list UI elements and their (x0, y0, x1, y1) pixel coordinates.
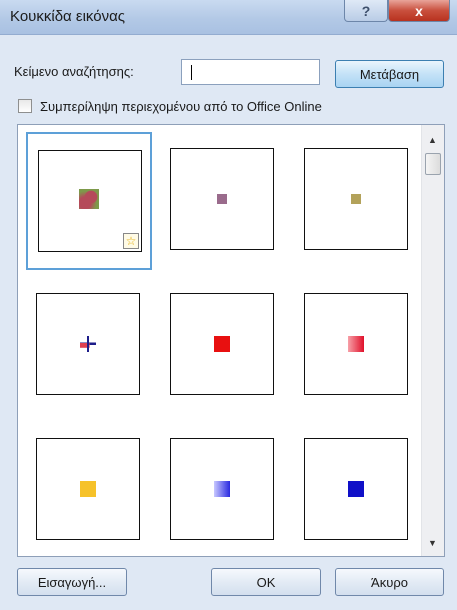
bullet-frame (36, 293, 140, 395)
bullet-frame: ☆ (38, 150, 142, 252)
bullet-floral-pink-icon (79, 189, 99, 209)
title-bar: Κουκκίδα εικόνας ? x (0, 0, 457, 35)
bullet-cell[interactable] (294, 277, 420, 415)
bullet-purple-small-icon (217, 194, 227, 204)
help-button[interactable]: ? (344, 0, 388, 22)
ok-button[interactable]: OK (211, 568, 321, 596)
bullet-frame (36, 438, 140, 540)
bullet-navy-square-icon (348, 481, 364, 497)
bullet-cell[interactable] (26, 277, 152, 415)
bullet-cell[interactable] (26, 422, 152, 556)
bullet-cell[interactable] (160, 422, 286, 556)
bullet-blue-gradient-icon (214, 481, 230, 497)
search-input[interactable] (181, 59, 320, 85)
bullet-gold-square-icon (80, 481, 96, 497)
text-caret (191, 65, 192, 80)
bullet-frame (304, 293, 408, 395)
bullet-cell[interactable] (160, 132, 286, 270)
cancel-button[interactable]: Άκυρο (335, 568, 444, 596)
bullet-gallery: ☆ ▲ ▼ (17, 124, 445, 557)
bullet-crosshair-icon (80, 336, 96, 352)
bullet-frame (170, 148, 274, 250)
bullet-frame (170, 293, 274, 395)
include-online-checkbox[interactable] (18, 99, 32, 113)
dialog-title: Κουκκίδα εικόνας (10, 8, 125, 25)
import-button[interactable]: Εισαγωγή... (17, 568, 127, 596)
bullet-cell[interactable]: ☆ (26, 132, 152, 270)
star-badge-icon: ☆ (123, 233, 139, 249)
close-button[interactable]: x (388, 0, 450, 22)
bullet-frame (304, 438, 408, 540)
go-button[interactable]: Μετάβαση (335, 60, 444, 88)
scroll-down-icon[interactable]: ▼ (428, 538, 437, 548)
scroll-up-icon[interactable]: ▲ (428, 135, 437, 145)
bullet-red-square-icon (214, 336, 230, 352)
bullet-cell[interactable] (160, 277, 286, 415)
vertical-scrollbar[interactable]: ▲ ▼ (421, 125, 444, 556)
bullet-cell[interactable] (294, 132, 420, 270)
bullet-frame (170, 438, 274, 540)
scroll-thumb[interactable] (425, 153, 441, 175)
bullet-cell[interactable] (294, 422, 420, 556)
bullet-olive-small-icon (351, 194, 361, 204)
bullet-red-gradient-icon (348, 336, 364, 352)
bullet-frame (304, 148, 408, 250)
picture-bullet-dialog: Κουκκίδα εικόνας ? x Κείμενο αναζήτησης:… (0, 0, 457, 610)
include-online-label[interactable]: Συμπερίληψη περιεχομένου από το Office O… (40, 99, 322, 114)
search-label: Κείμενο αναζήτησης: (14, 64, 134, 79)
